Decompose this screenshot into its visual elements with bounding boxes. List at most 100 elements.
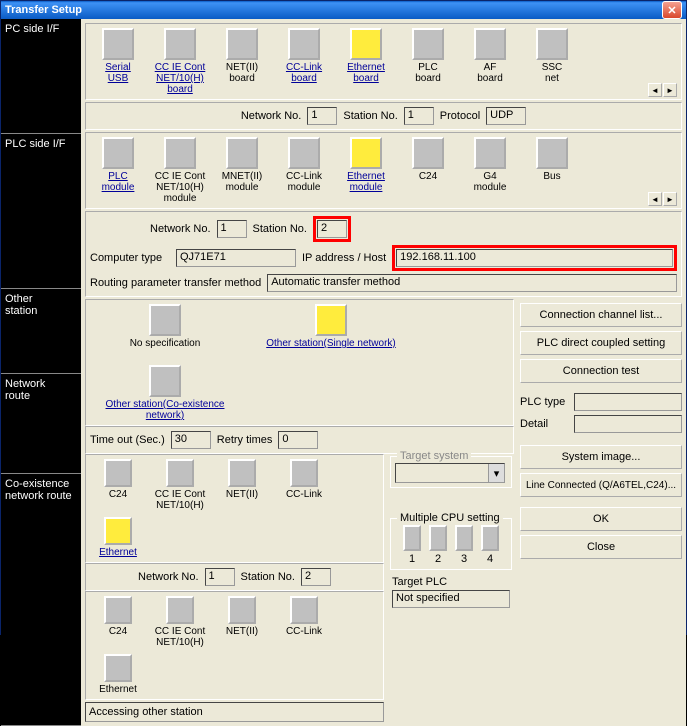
module-icon — [474, 28, 506, 60]
icon-mnet(ii)[interactable]: MNET(II) module — [214, 137, 270, 204]
pc-network-no-label: Network No. — [241, 110, 302, 122]
connection-test-button[interactable]: Connection test — [520, 359, 682, 383]
icon-net(ii)[interactable]: NET(II) board — [214, 28, 270, 95]
icon-label: CC-Link — [286, 489, 322, 500]
nav-left-icon[interactable]: ◄ — [648, 83, 662, 97]
timeout-field[interactable]: 30 — [171, 431, 211, 449]
plc-station-no-field[interactable]: 2 — [317, 220, 347, 238]
icon-c24[interactable]: C24 — [90, 596, 146, 648]
target-system-group: Target system ▾ — [390, 456, 512, 488]
icon-label: CC IE Cont NET/10(H) board — [155, 62, 206, 95]
icon-label: G4 module — [474, 171, 507, 193]
module-icon — [412, 137, 444, 169]
module-icon — [226, 28, 258, 60]
nav-left-icon[interactable]: ◄ — [648, 192, 662, 206]
icon-serial[interactable]: Serial USB — [90, 28, 146, 95]
icon-net(ii)[interactable]: NET(II) — [214, 459, 270, 511]
icon-ethernet[interactable]: Ethernet — [90, 517, 146, 558]
icon-cc-link[interactable]: CC-Link module — [276, 137, 332, 204]
icon-label: CC IE Cont NET/10(H) — [155, 626, 206, 648]
icon-label: C24 — [419, 171, 437, 182]
icon-g4[interactable]: G4 module — [462, 137, 518, 204]
pc-params-panel: Network No. 1 Station No. 1 Protocol UDP — [85, 102, 682, 130]
cpu-slot-3[interactable]: 3 — [455, 525, 473, 565]
net-network-no-label: Network No. — [138, 571, 199, 583]
line-connected-button[interactable]: Line Connected (Q/A6TEL,C24)... — [520, 473, 682, 497]
icon-cc-link[interactable]: CC-Link — [276, 596, 332, 648]
icon-c24[interactable]: C24 — [400, 137, 456, 204]
pc-side-panel: Serial USB CC IE Cont NET/10(H) board NET(… — [85, 23, 682, 100]
net-station-no-field[interactable]: 2 — [301, 568, 331, 586]
plc-network-no-field[interactable]: 1 — [217, 220, 247, 238]
multi-cpu-label: Multiple CPU setting — [397, 512, 503, 524]
icon-net(ii)[interactable]: NET(II) — [214, 596, 270, 648]
icon-plc[interactable]: PLC board — [400, 28, 456, 95]
plc-params-panel: Network No. 1 Station No. 2 Computer typ… — [85, 211, 682, 297]
connection-channel-list-button[interactable]: Connection channel list... — [520, 303, 682, 327]
icon-ethernet[interactable]: Ethernet board — [338, 28, 394, 95]
routing-label: Routing parameter transfer method — [90, 277, 261, 289]
icon-label: Ethernet board — [347, 62, 385, 84]
titlebar: Transfer Setup ✕ — [1, 1, 686, 19]
cpu-label: 4 — [487, 553, 493, 565]
icon-cc-link[interactable]: CC-Link board — [276, 28, 332, 95]
module-icon — [226, 137, 258, 169]
icon-no[interactable]: No specification — [90, 304, 240, 349]
section-coexistence: Co-existence network route — [5, 478, 72, 502]
icon-other[interactable]: Other station(Co-existence network) — [90, 365, 240, 421]
icon-cc[interactable]: CC IE Cont NET/10(H) board — [152, 28, 208, 95]
plc-direct-coupled-button[interactable]: PLC direct coupled setting — [520, 331, 682, 355]
module-icon — [164, 137, 196, 169]
nav-right-icon[interactable]: ► — [663, 83, 677, 97]
cpu-slot-1[interactable]: 1 — [403, 525, 421, 565]
detail-field — [574, 415, 682, 433]
icon-af[interactable]: AF board — [462, 28, 518, 95]
plc-side-panel: PLC module CC IE Cont NET/10(H) moduleMNE… — [85, 132, 682, 209]
retry-field[interactable]: 0 — [278, 431, 318, 449]
icon-label: NET(II) board — [226, 62, 258, 84]
icon-cc[interactable]: CC IE Cont NET/10(H) — [152, 459, 208, 511]
icon-other[interactable]: Other station(Single network) — [256, 304, 406, 349]
net-station-no-label: Station No. — [241, 571, 295, 583]
multi-cpu-group: Multiple CPU setting 1234 — [390, 518, 512, 570]
icon-ethernet[interactable]: Ethernet module — [338, 137, 394, 204]
module-icon — [290, 459, 318, 487]
computer-type-field[interactable]: QJ71E71 — [176, 249, 296, 267]
close-icon[interactable]: ✕ — [662, 1, 682, 19]
icon-c24[interactable]: C24 — [90, 459, 146, 511]
target-plc-field: Not specified — [392, 590, 510, 608]
icon-cc[interactable]: CC IE Cont NET/10(H) — [152, 596, 208, 648]
close-button[interactable]: Close — [520, 535, 682, 559]
ok-button[interactable]: OK — [520, 507, 682, 531]
section-pc-side: PC side I/F — [5, 23, 59, 35]
net-network-no-field[interactable]: 1 — [205, 568, 235, 586]
system-image-button[interactable]: System image... — [520, 445, 682, 469]
icon-ethernet[interactable]: Ethernet — [90, 654, 146, 695]
icon-plc[interactable]: PLC module — [90, 137, 146, 204]
nav-right-icon[interactable]: ► — [663, 192, 677, 206]
cpu-slot-4[interactable]: 4 — [481, 525, 499, 565]
ip-label: IP address / Host — [302, 252, 386, 264]
icon-label: C24 — [109, 489, 127, 500]
icon-label: NET(II) — [226, 626, 258, 637]
icon-label: AF board — [477, 62, 503, 84]
target-system-dropdown: ▾ — [395, 463, 505, 483]
pc-protocol-field[interactable]: UDP — [486, 107, 526, 125]
cpu-slot-2[interactable]: 2 — [429, 525, 447, 565]
module-icon — [315, 304, 347, 336]
ip-field[interactable]: 192.168.11.100 — [396, 249, 673, 267]
section-labels: PC side I/F PLC side I/F Other station N… — [1, 19, 81, 726]
pc-network-no-field[interactable]: 1 — [307, 107, 337, 125]
icon-bus[interactable]: Bus — [524, 137, 580, 204]
network-route-panel: C24 CC IE Cont NET/10(H) NET(II) CC-Link Eth… — [85, 454, 384, 563]
cpu-label: 2 — [435, 553, 441, 565]
icon-label: PLC module — [102, 171, 135, 193]
routing-field[interactable]: Automatic transfer method — [267, 274, 677, 292]
icon-label: NET(II) — [226, 489, 258, 500]
icon-cc[interactable]: CC IE Cont NET/10(H) module — [152, 137, 208, 204]
pc-station-no-field[interactable]: 1 — [404, 107, 434, 125]
icon-cc-link[interactable]: CC-Link — [276, 459, 332, 511]
icon-ssc[interactable]: SSC net — [524, 28, 580, 95]
plc-station-no-label: Station No. — [253, 223, 307, 235]
other-station-panel: No specification Other station(Single net… — [85, 299, 514, 426]
